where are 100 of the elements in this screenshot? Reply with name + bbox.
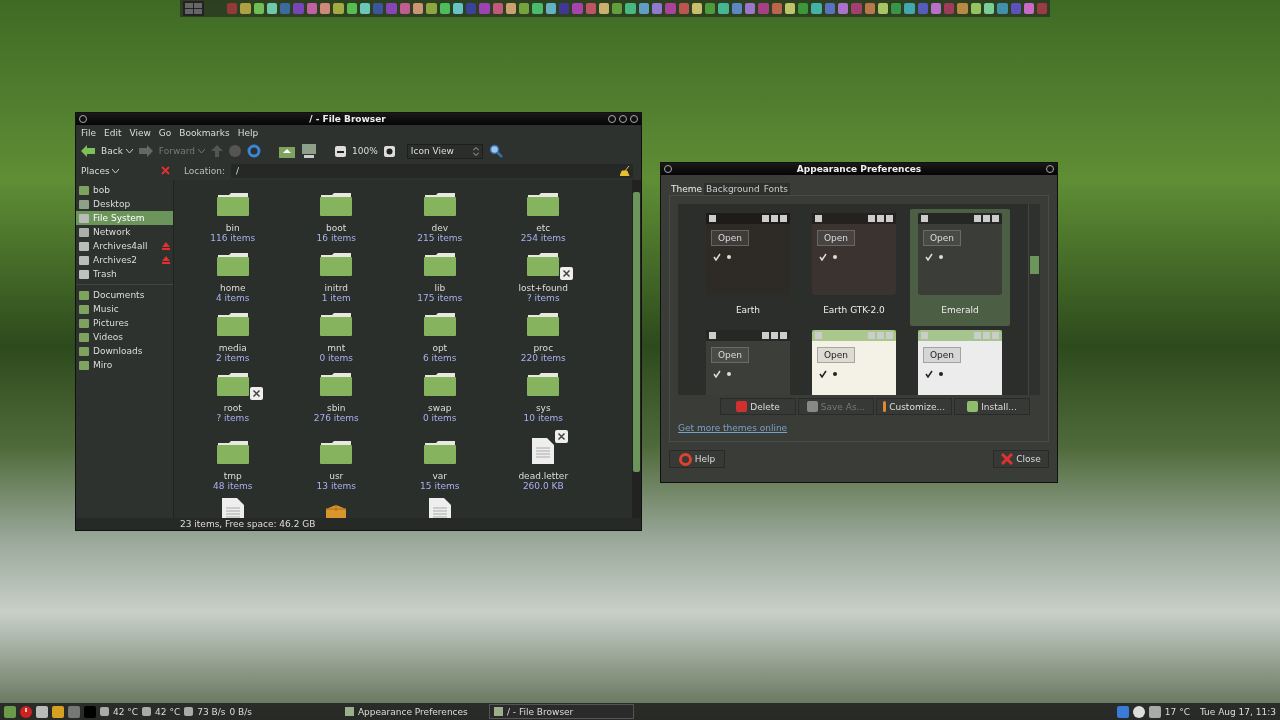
launcher-icon[interactable] <box>598 3 610 14</box>
directory-entry[interactable]: lib 175 items <box>388 250 492 310</box>
launcher-icon[interactable] <box>319 3 331 14</box>
sidebar-item[interactable]: Videos <box>76 330 173 344</box>
directory-entry[interactable]: home 4 items <box>181 250 285 310</box>
eject-icon[interactable] <box>162 256 170 264</box>
directory-entry[interactable]: sbin 276 items <box>284 370 388 430</box>
directory-entry[interactable]: bin 116 items <box>181 190 285 250</box>
launcher-icon[interactable] <box>612 3 623 14</box>
launcher-icon[interactable] <box>824 3 835 14</box>
directory-entry[interactable]: dead.letter 260.0 KB <box>491 430 595 498</box>
action-button[interactable]: Install... <box>954 398 1030 415</box>
home-folder-icon[interactable] <box>279 144 296 158</box>
sidebar-item[interactable]: bob <box>76 183 173 197</box>
sidebar-item[interactable]: Downloads <box>76 344 173 358</box>
launcher-icon[interactable] <box>930 3 942 14</box>
launcher-icon[interactable] <box>638 3 649 14</box>
launcher-icon[interactable] <box>864 3 875 14</box>
launcher-icon[interactable] <box>678 3 689 14</box>
menu-item[interactable]: Bookmarks <box>179 128 230 138</box>
directory-entry[interactable]: root ? items <box>181 370 285 430</box>
tab[interactable]: Theme <box>669 183 705 195</box>
sidebar-item[interactable]: Archives4all <box>76 239 173 253</box>
sidebar-item[interactable]: Miro <box>76 358 173 372</box>
launcher-icon[interactable] <box>811 3 822 14</box>
clock-icon[interactable] <box>1132 705 1145 718</box>
directory-entry[interactable]: lost+found ? items <box>491 250 595 310</box>
launcher-icon[interactable] <box>784 3 796 14</box>
launcher-icon[interactable] <box>1023 3 1035 14</box>
launcher-icon[interactable] <box>625 3 636 14</box>
menu-icon[interactable] <box>4 705 16 718</box>
taskbar-button[interactable]: Appearance Preferences <box>339 704 485 719</box>
launcher-icon[interactable] <box>452 3 464 14</box>
menu-item[interactable]: Edit <box>104 128 122 138</box>
theme-item[interactable]: Open Earth <box>698 209 798 326</box>
tab[interactable]: Background <box>704 183 762 195</box>
taskbar-button[interactable]: / - File Browser <box>488 704 634 719</box>
action-button[interactable]: Delete <box>720 398 796 415</box>
sidebar-item[interactable]: Documents <box>76 288 173 302</box>
launcher-icon[interactable] <box>545 3 557 14</box>
sidebar-item[interactable]: Pictures <box>76 316 173 330</box>
theme-item[interactable]: Open Earth GTK-2.0 <box>804 209 904 326</box>
launcher-icon[interactable] <box>505 3 517 14</box>
directory-entry[interactable]: tmp 48 items <box>181 430 285 498</box>
menu-item[interactable]: View <box>129 128 151 138</box>
power-icon[interactable] <box>20 705 32 718</box>
sidebar-item[interactable]: Network <box>76 225 173 239</box>
action-button[interactable]: Customize... <box>876 398 952 415</box>
search-icon[interactable] <box>488 144 503 158</box>
launcher-icon[interactable] <box>718 3 729 14</box>
eject-icon[interactable] <box>162 242 170 250</box>
theme-item[interactable]: Open Emerald <box>910 209 1010 326</box>
launcher-icon[interactable] <box>240 3 251 14</box>
directory-entry[interactable]: dev 215 items <box>388 190 492 250</box>
launcher-icon[interactable] <box>705 3 716 14</box>
launcher-icon[interactable] <box>970 3 982 14</box>
launcher-icon[interactable] <box>532 3 543 14</box>
scrollbar[interactable] <box>1028 204 1040 395</box>
launcher-icon[interactable] <box>359 3 371 14</box>
launcher-icon[interactable] <box>891 3 902 14</box>
launcher-icon[interactable] <box>519 3 530 14</box>
reload-icon[interactable] <box>247 144 262 158</box>
launcher-icon[interactable] <box>744 3 756 14</box>
directory-entry[interactable]: media 2 items <box>181 310 285 370</box>
help-button[interactable]: Help <box>669 450 725 468</box>
launcher-icon[interactable] <box>652 3 663 14</box>
launcher-icon[interactable] <box>346 3 357 14</box>
directory-entry[interactable]: boot 16 items <box>284 190 388 250</box>
launcher-icon[interactable] <box>333 3 344 14</box>
theme-item[interactable]: Open <box>698 326 798 395</box>
launcher-icon[interactable] <box>399 3 410 14</box>
launcher-icon[interactable] <box>266 3 278 14</box>
sidebar-item[interactable]: Desktop <box>76 197 173 211</box>
launcher-icon[interactable] <box>253 3 264 14</box>
directory-entry[interactable]: initrd 1 item <box>284 250 388 310</box>
places-dropdown[interactable]: Places <box>81 165 119 176</box>
tab[interactable]: Fonts <box>761 183 791 195</box>
launcher-icon[interactable] <box>412 3 424 14</box>
location-field[interactable]: / <box>231 163 633 178</box>
launcher-icon[interactable] <box>877 3 889 14</box>
directory-entry[interactable]: etc 254 items <box>491 190 595 250</box>
directory-entry[interactable]: swap 0 items <box>388 370 492 430</box>
launcher-icon[interactable] <box>771 3 782 14</box>
launcher-icon[interactable] <box>492 3 503 14</box>
directory-entry[interactable]: usr 13 items <box>284 430 388 498</box>
launcher-icon[interactable] <box>798 3 809 14</box>
directory-entry[interactable]: sys 10 items <box>491 370 595 430</box>
close-button[interactable]: Close <box>993 450 1049 468</box>
zoom-in-icon[interactable] <box>383 145 395 157</box>
theme-item[interactable]: Open <box>910 326 1010 395</box>
directory-entry[interactable]: opt 6 items <box>388 310 492 370</box>
menu-item[interactable]: Go <box>158 128 172 138</box>
directory-entry[interactable]: var 15 items <box>388 430 492 498</box>
launcher-icon[interactable] <box>306 3 317 14</box>
directory-entry[interactable]: proc 220 items <box>491 310 595 370</box>
broom-icon[interactable] <box>620 165 630 176</box>
up-arrow-icon[interactable] <box>211 145 224 157</box>
menu-item[interactable]: File <box>81 128 97 138</box>
launcher-icon[interactable] <box>731 3 742 14</box>
clock[interactable]: Tue Aug 17, 11:3 <box>1199 706 1276 717</box>
